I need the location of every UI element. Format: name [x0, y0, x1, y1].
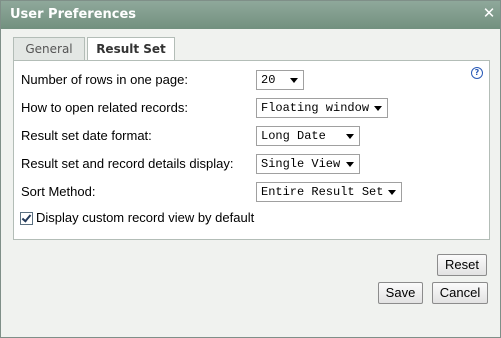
open-related-select[interactable]: Floating window	[256, 98, 388, 118]
chevron-down-icon	[346, 134, 354, 139]
chevron-down-icon	[388, 190, 396, 195]
tab-result-set[interactable]: Result Set	[87, 37, 175, 61]
dialog-titlebar[interactable]: User Preferences ✕	[1, 1, 500, 29]
display-mode-value: Single View	[261, 157, 341, 171]
rows-per-page-value: 20	[261, 73, 276, 87]
dialog-title: User Preferences	[10, 7, 137, 22]
date-format-value: Long Date	[261, 129, 326, 143]
result-set-panel: ? Number of rows in one page: 20 How to …	[13, 60, 490, 240]
open-related-label: How to open related records:	[21, 100, 188, 115]
display-mode-select[interactable]: Single View	[256, 154, 360, 174]
chevron-down-icon	[374, 106, 382, 111]
date-format-select[interactable]: Long Date	[256, 126, 360, 146]
display-mode-label: Result set and record details display:	[21, 156, 234, 171]
custom-record-view-checkbox[interactable]	[20, 212, 33, 225]
open-related-value: Floating window	[261, 101, 370, 115]
date-format-label: Result set date format:	[21, 128, 152, 143]
rows-per-page-select[interactable]: 20	[256, 70, 304, 90]
sort-method-select[interactable]: Entire Result Set	[256, 182, 402, 202]
cancel-button[interactable]: Cancel	[432, 282, 488, 304]
chevron-down-icon	[290, 78, 298, 83]
sort-method-value: Entire Result Set	[261, 185, 384, 199]
help-icon[interactable]: ?	[471, 67, 483, 79]
chevron-down-icon	[346, 162, 354, 167]
sort-method-label: Sort Method:	[21, 184, 96, 199]
close-icon[interactable]: ✕	[482, 5, 496, 21]
user-preferences-dialog: User Preferences ✕ General Result Set ? …	[0, 0, 501, 338]
rows-per-page-label: Number of rows in one page:	[21, 72, 188, 87]
save-button[interactable]: Save	[378, 282, 423, 304]
reset-button[interactable]: Reset	[437, 254, 487, 276]
custom-record-view-label[interactable]: Display custom record view by default	[36, 210, 254, 225]
tab-general[interactable]: General	[13, 37, 85, 60]
